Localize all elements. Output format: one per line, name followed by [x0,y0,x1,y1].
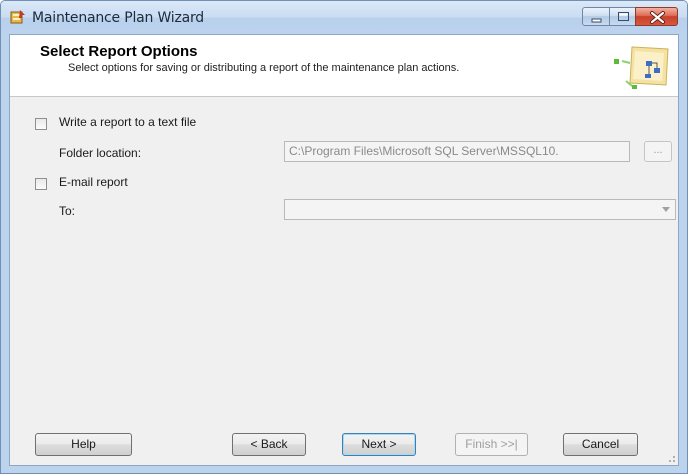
page-title: Select Report Options [40,43,198,60]
page-description: Select options for saving or distributin… [68,62,460,74]
write-report-checkbox[interactable] [35,118,47,130]
wizard-client-area: Select Report Options Select options for… [9,34,679,466]
email-report-checkbox[interactable] [35,178,47,190]
wizard-header-banner: Select Report Options Select options for… [10,35,678,97]
to-label: To: [59,204,76,218]
finish-button[interactable]: Finish >>| [455,433,528,456]
email-to-combobox[interactable] [284,199,676,220]
resize-grip-icon[interactable] [666,453,676,463]
close-button[interactable] [635,7,678,26]
help-button[interactable]: Help [35,433,132,456]
minimize-button[interactable] [582,7,610,26]
maximize-icon [618,12,629,21]
email-report-label[interactable]: E-mail report [59,175,128,189]
back-button[interactable]: < Back [232,433,306,456]
wizard-window: Maintenance Plan Wizard Select Report Op… [0,0,688,474]
folder-location-label: Folder location: [59,146,142,160]
chevron-down-icon [662,207,670,212]
close-icon [650,11,665,24]
minimize-icon [591,18,602,23]
folder-location-field[interactable]: C:\Program Files\Microsoft SQL Server\MS… [284,141,630,162]
title-bar[interactable]: Maintenance Plan Wizard [1,1,687,34]
next-button[interactable]: Next > [342,433,416,456]
maximize-button[interactable] [609,7,636,26]
browse-folder-button[interactable]: ... [644,141,672,162]
write-report-label[interactable]: Write a report to a text file [59,115,196,129]
maintenance-plan-graphic-icon [614,46,669,89]
window-title: Maintenance Plan Wizard [32,10,204,26]
cancel-button[interactable]: Cancel [563,433,638,456]
wizard-app-icon [10,10,25,24]
